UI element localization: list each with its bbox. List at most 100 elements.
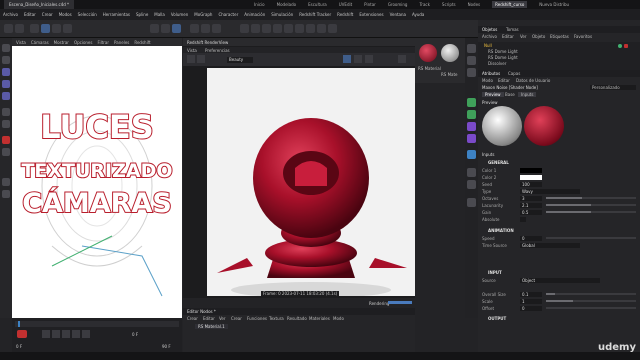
menu-spline[interactable]: Spline: [136, 12, 148, 17]
spline-green-icon[interactable]: [467, 98, 476, 107]
light-icon[interactable]: [328, 24, 337, 33]
layout-uvedit[interactable]: UVEdit: [339, 2, 352, 7]
prop-absolute[interactable]: Absolute: [482, 216, 636, 222]
prop-value[interactable]: Object: [520, 277, 600, 283]
prop-value[interactable]: 0.5: [520, 209, 542, 215]
menu-herramientas[interactable]: Herramientas: [103, 12, 130, 17]
viewport-menu-paneles[interactable]: Paneles: [114, 40, 129, 45]
layout-modelado[interactable]: Modelado: [277, 2, 296, 7]
object-row-null[interactable]: Null: [484, 43, 492, 48]
viewport-menu-vista[interactable]: Vista: [16, 40, 26, 45]
viewport-menu-redshift[interactable]: Redshift: [134, 40, 150, 45]
snapshot-icon[interactable]: [187, 55, 195, 63]
prop-value[interactable]: 2.1: [520, 202, 542, 208]
record-icon[interactable]: [2, 136, 10, 144]
deformer-purple-icon[interactable]: [467, 122, 476, 131]
tag-icon[interactable]: [467, 56, 476, 65]
prop-overall-size[interactable]: Overall Size 0.1: [482, 291, 636, 297]
model-mode-icon[interactable]: [2, 44, 10, 52]
camera-icon[interactable]: [317, 24, 326, 33]
object-row-dome-2[interactable]: RS Dome Light: [488, 55, 518, 60]
cube-blue-icon[interactable]: [467, 150, 476, 159]
workplane-icon[interactable]: [2, 120, 10, 128]
obj-menu-etiquetas[interactable]: Etiquetas: [550, 34, 569, 39]
go-start-icon[interactable]: [42, 330, 50, 338]
floor-scene-icon[interactable]: [467, 198, 476, 207]
absolute-checkbox[interactable]: [520, 216, 526, 222]
render-play-icon[interactable]: [398, 55, 406, 63]
prop-value[interactable]: 0: [520, 305, 542, 311]
prop-gain[interactable]: Gain 0.5: [482, 209, 636, 215]
scale-icon[interactable]: [63, 24, 72, 33]
axis-y-icon[interactable]: [161, 24, 170, 33]
menu-crear[interactable]: Crear: [42, 12, 53, 17]
menu-simulacion[interactable]: Simulación: [271, 12, 293, 17]
object-row-dissolver[interactable]: Dissolver: [488, 61, 506, 66]
deformer-icon[interactable]: [284, 24, 293, 33]
layout-escultura[interactable]: Escultura: [308, 2, 327, 7]
viewport-menu-opciones[interactable]: Opciones: [74, 40, 93, 45]
tab-capas[interactable]: Capas: [508, 71, 520, 76]
viewport-menu-mostrar[interactable]: Mostrar: [54, 40, 69, 45]
menu-redshift-tracker[interactable]: Redshift Tracker: [299, 12, 331, 17]
mesh-mode-icon[interactable]: [2, 56, 10, 64]
node-menu-crear[interactable]: Crear: [187, 316, 198, 321]
menu-editar[interactable]: Editar: [24, 12, 36, 17]
menu-character[interactable]: Character: [218, 12, 238, 17]
target-icon[interactable]: [365, 55, 373, 63]
node-menu-textura[interactable]: Textura: [269, 316, 284, 321]
knife-icon[interactable]: [2, 190, 10, 198]
render-view-icon[interactable]: [201, 24, 210, 33]
octaves-slider[interactable]: [546, 197, 636, 199]
speed-slider[interactable]: [546, 237, 636, 239]
select-icon[interactable]: [41, 24, 50, 33]
render-settings-icon[interactable]: [212, 24, 221, 33]
prop-value[interactable]: 0.1: [520, 291, 542, 297]
menu-ayuda[interactable]: Ayuda: [412, 12, 424, 17]
hierarchy-icon[interactable]: [467, 68, 476, 77]
node-menu-funciones[interactable]: Funciones: [247, 316, 267, 321]
lacunarity-slider[interactable]: [546, 204, 636, 206]
subtab-preview[interactable]: Preview: [482, 92, 504, 97]
timeline-end[interactable]: 90 F: [162, 344, 171, 349]
menu-malla[interactable]: Malla: [154, 12, 165, 17]
prop-source[interactable]: Source Object: [482, 277, 636, 283]
node-menu-ver[interactable]: Ver: [219, 316, 226, 321]
polygon-mode-icon[interactable]: [2, 92, 10, 100]
layout-redshift-curso[interactable]: Redshift_curso: [492, 1, 528, 8]
menu-extensiones[interactable]: Extensiones: [359, 12, 383, 17]
layer-icon[interactable]: [467, 44, 476, 53]
menu-archivo[interactable]: Archivo: [3, 12, 18, 17]
menu-redshift[interactable]: Redshift: [337, 12, 353, 17]
render-icon[interactable]: [190, 24, 199, 33]
node-editor-title[interactable]: Editor Nodos *: [187, 309, 216, 314]
prop-time-source[interactable]: Time Source Global: [482, 242, 636, 248]
prop-color-2[interactable]: Color 2: [482, 174, 636, 180]
prop-type[interactable]: Type Wavy: [482, 188, 636, 194]
tab-atributos[interactable]: Atributos: [482, 71, 500, 76]
layout-track[interactable]: Track: [419, 2, 429, 7]
obj-menu-favoritos[interactable]: Favoritos: [574, 34, 592, 39]
floor-icon[interactable]: [306, 24, 315, 33]
next-frame-icon[interactable]: [72, 330, 80, 338]
perspective-viewport[interactable]: Vista Cámaras Mostrar Opciones Filtrar P…: [12, 38, 182, 318]
prop-speed[interactable]: Speed 0: [482, 235, 636, 241]
prop-color-1[interactable]: Color 1: [482, 167, 636, 173]
gain-slider[interactable]: [546, 211, 636, 213]
color-swatch-black[interactable]: [520, 167, 542, 173]
subtab-base[interactable]: Base: [502, 92, 518, 97]
undo-icon[interactable]: [4, 24, 13, 33]
section-general[interactable]: GENERAL: [488, 160, 509, 165]
viewport-menu-camaras[interactable]: Cámaras: [31, 40, 49, 45]
obj-menu-archivo[interactable]: Archivo: [482, 34, 497, 39]
menu-mograph[interactable]: MoGraph: [194, 12, 212, 17]
node-menu-resultado[interactable]: Resultado: [287, 316, 307, 321]
object-row-dome-1[interactable]: RS Dome Light: [488, 49, 518, 54]
prop-value[interactable]: 3: [520, 195, 542, 201]
prop-octaves[interactable]: Octaves 3: [482, 195, 636, 201]
menu-ventana[interactable]: Ventana: [390, 12, 406, 17]
node-menu-modo[interactable]: Modo: [333, 316, 344, 321]
node-menu-crear-2[interactable]: Crear: [231, 316, 242, 321]
offset-slider[interactable]: [546, 307, 636, 309]
layout-nueva[interactable]: Nueva Distribu: [539, 2, 569, 7]
